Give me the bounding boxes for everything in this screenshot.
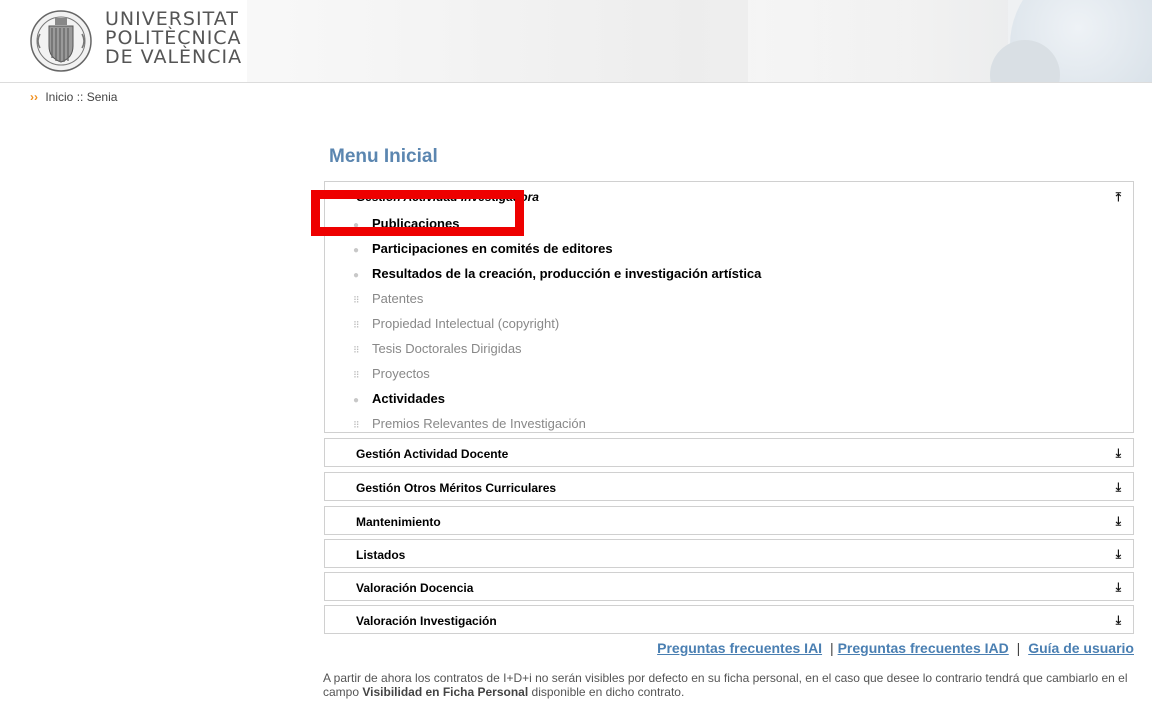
chevron-double-up-icon[interactable]: ⤒	[1116, 190, 1121, 205]
menu-item-actividades[interactable]: ● Actividades	[353, 389, 1113, 414]
breadcrumb-current: Senia	[86, 90, 118, 104]
chevron-double-down-icon[interactable]: ⤓	[1116, 446, 1121, 461]
university-logo[interactable]: UNIVERSITAT POLITÈCNICA DE VALÈNCIA	[0, 0, 247, 82]
disabled-bullet-icon: ⠿	[353, 370, 360, 380]
menu-item-tesis-doctorales: ⠿ Tesis Doctorales Dirigidas	[353, 339, 1113, 364]
chevron-double-down-icon[interactable]: ⤓	[1116, 613, 1121, 628]
notice-text-bold: Visibilidad en Ficha Personal	[362, 685, 529, 699]
notice-text-end: disponible en dicho contrato.	[528, 685, 685, 699]
disabled-bullet-icon: ⠿	[353, 295, 360, 305]
upv-seal-icon	[30, 10, 92, 72]
site-header: UNIVERSITAT POLITÈCNICA DE VALÈNCIA	[0, 0, 1152, 82]
accordion-valoracion-docencia[interactable]: Valoración Docencia ⤓	[324, 572, 1134, 601]
accordion-label[interactable]: Gestión Otros Méritos Curriculares	[356, 481, 556, 495]
accordion-gestion-actividad-docente[interactable]: Gestión Actividad Docente ⤓	[324, 438, 1134, 467]
chevron-double-down-icon[interactable]: ⤓	[1116, 547, 1121, 562]
header-decoration	[748, 0, 1008, 82]
faq-iai-link[interactable]: Preguntas frecuentes IAI	[657, 640, 822, 656]
breadcrumb: ›› Inicio :: Senia	[30, 90, 117, 104]
page-title: Menu Inicial	[329, 146, 438, 167]
accordion-gestion-otros-meritos[interactable]: Gestión Otros Méritos Curriculares ⤓	[324, 472, 1134, 501]
university-name: UNIVERSITAT POLITÈCNICA DE VALÈNCIA	[105, 10, 242, 67]
link-separator: |	[1016, 640, 1021, 656]
chevron-double-down-icon[interactable]: ⤓	[1116, 514, 1121, 529]
accordion-listados[interactable]: Listados ⤓	[324, 539, 1134, 568]
help-links: Preguntas frecuentes IAI | Preguntas frec…	[657, 640, 1134, 656]
link-separator: |	[829, 640, 834, 656]
accordion-label[interactable]: Gestión Actividad Docente	[356, 447, 508, 461]
chevron-double-down-icon[interactable]: ⤓	[1116, 580, 1121, 595]
accordion-label[interactable]: Valoración Docencia	[356, 581, 473, 595]
accordion-valoracion-investigacion[interactable]: Valoración Investigación ⤓	[324, 605, 1134, 634]
accordion-mantenimiento[interactable]: Mantenimiento ⤓	[324, 506, 1134, 535]
breadcrumb-home-link[interactable]: Inicio	[45, 90, 73, 104]
menu-item-patentes: ⠿ Patentes	[353, 289, 1113, 314]
user-guide-link[interactable]: Guía de usuario	[1028, 640, 1134, 656]
menu-item-premios-relevantes: ⠿ Premios Relevantes de Investigación	[353, 414, 1113, 439]
logo-line-3: DE VALÈNCIA	[105, 46, 243, 68]
disabled-bullet-icon: ⠿	[353, 345, 360, 355]
menu-item-proyectos: ⠿ Proyectos	[353, 364, 1113, 389]
disabled-bullet-icon: ⠿	[353, 320, 360, 330]
bullet-icon: ●	[353, 270, 360, 281]
menu-item-propiedad-intelectual: ⠿ Propiedad Intelectual (copyright)	[353, 314, 1113, 339]
menu-item-resultados-creacion[interactable]: ● Resultados de la creación, producción e…	[353, 264, 1113, 289]
bullet-icon: ●	[353, 245, 360, 256]
header-divider	[0, 82, 1152, 83]
breadcrumb-arrows-icon: ››	[30, 90, 38, 104]
highlight-box	[311, 190, 524, 236]
accordion-label[interactable]: Valoración Investigación	[356, 614, 497, 628]
disabled-bullet-icon: ⠿	[353, 420, 360, 430]
breadcrumb-separator: ::	[76, 90, 84, 104]
menu-item-participaciones-comites[interactable]: ● Participaciones en comités de editores	[353, 239, 1113, 264]
chevron-double-down-icon[interactable]: ⤓	[1116, 480, 1121, 495]
accordion-label[interactable]: Listados	[356, 548, 405, 562]
menu-item-list: ● Publicaciones ● Participaciones en comit…	[353, 214, 1113, 439]
accordion-label[interactable]: Mantenimiento	[356, 515, 441, 529]
faq-iad-link[interactable]: Preguntas frecuentes IAD	[838, 640, 1009, 656]
contracts-notice: A partir de ahora los contratos de I+D+i…	[323, 671, 1135, 699]
bullet-icon: ●	[353, 395, 360, 406]
